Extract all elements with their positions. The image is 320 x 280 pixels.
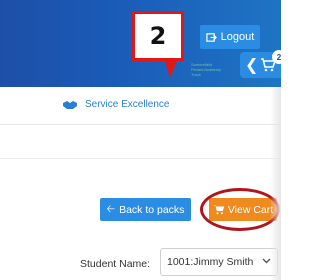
- logo-line-3: Track: [191, 72, 201, 77]
- student-name-label: Student Name:: [80, 258, 151, 270]
- nav-service-excellence[interactable]: Service Excellence: [63, 99, 169, 110]
- back-label: Back to packs: [119, 203, 185, 216]
- handshake-icon: [63, 100, 77, 109]
- student-select-value: 1001:Jimmy Smith: [167, 256, 254, 268]
- annotation-step-badge: 2: [132, 11, 184, 61]
- arrow-left-icon: 🡠: [106, 202, 116, 215]
- section-divider: [0, 158, 281, 159]
- back-to-packs-button[interactable]: 🡠 Back to packs: [100, 198, 191, 221]
- logout-button[interactable]: Logout: [200, 25, 260, 49]
- nav-bar: Service Excellence: [0, 87, 281, 125]
- logout-icon: [205, 32, 217, 42]
- page-scroll-edge: [270, 87, 281, 280]
- annotation-highlight-ring: [200, 188, 280, 231]
- school-logo: Somersfield Pinned Academy Track: [191, 62, 223, 80]
- student-name-select[interactable]: 1001:Jimmy Smith: [160, 248, 278, 276]
- logout-label: Logout: [220, 31, 255, 43]
- annotation-pointer: [164, 58, 178, 78]
- nav-service-label: Service Excellence: [85, 99, 170, 110]
- cart-count-badge: 2: [272, 50, 286, 64]
- chevron-left-icon: ❮: [245, 57, 259, 74]
